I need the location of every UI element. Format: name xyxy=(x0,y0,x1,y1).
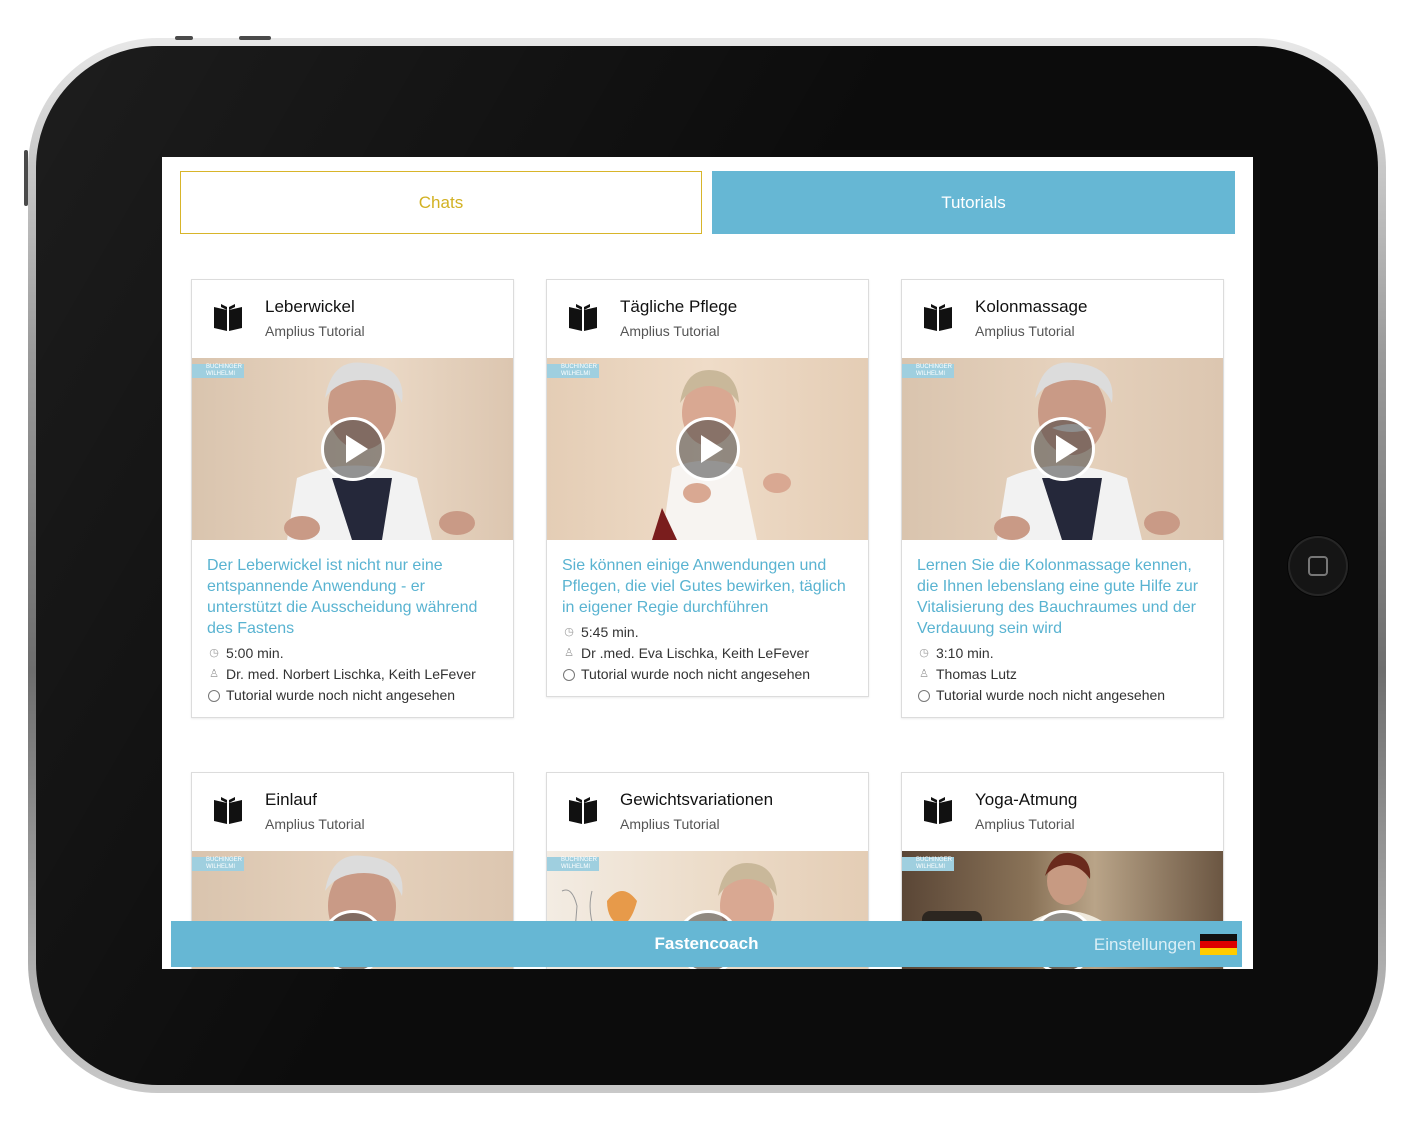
authors-value: Dr .med. Eva Lischka, Keith LeFever xyxy=(581,645,809,661)
book-icon xyxy=(569,304,597,331)
card-body: Sie können einige Anwendungen und Pflege… xyxy=(547,540,868,696)
card-description[interactable]: Sie können einige Anwendungen und Pflege… xyxy=(562,555,853,618)
video-thumbnail[interactable]: BUCHINGER WILHELMI xyxy=(192,358,513,540)
card-description[interactable]: Lernen Sie die Kolonmassage kennen, die … xyxy=(917,555,1208,639)
card-subtitle: Amplius Tutorial xyxy=(975,816,1075,832)
duration-value: 3:10 min. xyxy=(936,645,994,661)
tutorial-card-taegliche-pflege[interactable]: Tägliche Pflege Amplius Tutorial BUCHING… xyxy=(546,279,869,697)
settings-button[interactable]: Einstellungen xyxy=(1094,935,1196,955)
person-icon: ♙ xyxy=(919,668,929,680)
card-header: Gewichtsvariationen Amplius Tutorial xyxy=(547,773,868,851)
video-thumbnail[interactable]: BUCHINGER WILHELMI xyxy=(547,358,868,540)
card-header: Yoga-Atmung Amplius Tutorial xyxy=(902,773,1223,851)
card-body: Lernen Sie die Kolonmassage kennen, die … xyxy=(902,540,1223,717)
book-icon xyxy=(214,797,242,824)
card-description[interactable]: Der Leberwickel ist nicht nur eine entsp… xyxy=(207,555,498,639)
bottom-bar: Fastencoach Einstellungen xyxy=(171,921,1242,967)
book-icon xyxy=(214,304,242,331)
duration: ◷ 5:00 min. xyxy=(207,643,498,664)
clock-icon: ◷ xyxy=(919,647,929,659)
home-button[interactable] xyxy=(1288,536,1348,596)
unwatched-circle-icon xyxy=(918,689,930,702)
clock-icon: ◷ xyxy=(564,626,574,638)
person-icon: ♙ xyxy=(564,647,574,659)
mute-switch xyxy=(24,150,28,206)
authors: ♙ Dr. med. Norbert Lischka, Keith LeFever xyxy=(207,664,498,685)
tab-tutorials[interactable]: Tutorials xyxy=(712,171,1235,234)
tutorial-card-kolonmassage[interactable]: Kolonmassage Amplius Tutorial BUCHINGER … xyxy=(901,279,1224,718)
brand-logo: BUCHINGER WILHELMI xyxy=(902,364,954,378)
card-title: Einlauf xyxy=(265,790,317,809)
card-title: Yoga-Atmung xyxy=(975,790,1078,809)
tab-chats[interactable]: Chats xyxy=(180,171,702,234)
app-screen: Chats Tutorials Leberwickel Amplius Tuto… xyxy=(162,157,1253,969)
book-icon xyxy=(569,797,597,824)
watch-status: Tutorial wurde noch nicht angesehen xyxy=(562,664,853,685)
card-subtitle: Amplius Tutorial xyxy=(620,816,720,832)
clock-icon: ◷ xyxy=(209,647,219,659)
card-subtitle: Amplius Tutorial xyxy=(265,816,365,832)
person-icon: ♙ xyxy=(209,668,219,680)
brand-logo: BUCHINGER WILHELMI xyxy=(192,364,244,378)
card-title: Tägliche Pflege xyxy=(620,297,738,316)
card-header: Kolonmassage Amplius Tutorial xyxy=(902,280,1223,358)
card-title: Kolonmassage xyxy=(975,297,1088,316)
status-value: Tutorial wurde noch nicht angesehen xyxy=(226,687,456,703)
card-header: Leberwickel Amplius Tutorial xyxy=(192,280,513,358)
app-title: Fastencoach xyxy=(654,934,759,953)
video-thumbnail[interactable]: BUCHINGER WILHELMI xyxy=(902,358,1223,540)
duration-value: 5:45 min. xyxy=(581,624,639,640)
status-value: Tutorial wurde noch nicht angesehen xyxy=(936,687,1166,703)
brand-logo: BUCHINGER WILHELMI xyxy=(547,857,599,871)
card-header: Tägliche Pflege Amplius Tutorial xyxy=(547,280,868,358)
authors-value: Dr. med. Norbert Lischka, Keith LeFever xyxy=(226,666,476,682)
duration-value: 5:00 min. xyxy=(226,645,284,661)
watch-status: Tutorial wurde noch nicht angesehen xyxy=(917,685,1208,706)
brand-logo: BUCHINGER WILHELMI xyxy=(547,364,599,378)
card-title: Gewichtsvariationen xyxy=(620,790,774,809)
volume-button xyxy=(239,36,271,40)
play-icon[interactable] xyxy=(320,417,385,481)
watch-status: Tutorial wurde noch nicht angesehen xyxy=(207,685,498,706)
brand-logo: BUCHINGER WILHELMI xyxy=(192,857,244,871)
card-body: Der Leberwickel ist nicht nur eine entsp… xyxy=(192,540,513,717)
duration: ◷ 5:45 min. xyxy=(562,622,853,643)
authors: ♙ Thomas Lutz xyxy=(917,664,1208,685)
volume-button xyxy=(175,36,193,40)
tutorial-card-leberwickel[interactable]: Leberwickel Amplius Tutorial BUCHINGER W… xyxy=(191,279,514,718)
book-icon xyxy=(924,304,952,331)
play-icon[interactable] xyxy=(1030,417,1095,481)
home-square-icon xyxy=(1308,556,1328,576)
card-header: Einlauf Amplius Tutorial xyxy=(192,773,513,851)
unwatched-circle-icon xyxy=(208,689,220,702)
card-subtitle: Amplius Tutorial xyxy=(265,323,365,339)
authors-value: Thomas Lutz xyxy=(936,666,1017,682)
duration: ◷ 3:10 min. xyxy=(917,643,1208,664)
play-icon[interactable] xyxy=(675,417,740,481)
card-title: Leberwickel xyxy=(265,297,355,316)
german-flag-icon[interactable] xyxy=(1200,934,1237,955)
book-icon xyxy=(924,797,952,824)
card-subtitle: Amplius Tutorial xyxy=(975,323,1075,339)
brand-logo: BUCHINGER WILHELMI xyxy=(902,857,954,871)
card-subtitle: Amplius Tutorial xyxy=(620,323,720,339)
status-value: Tutorial wurde noch nicht angesehen xyxy=(581,666,811,682)
authors: ♙ Dr .med. Eva Lischka, Keith LeFever xyxy=(562,643,853,664)
unwatched-circle-icon xyxy=(563,668,575,681)
